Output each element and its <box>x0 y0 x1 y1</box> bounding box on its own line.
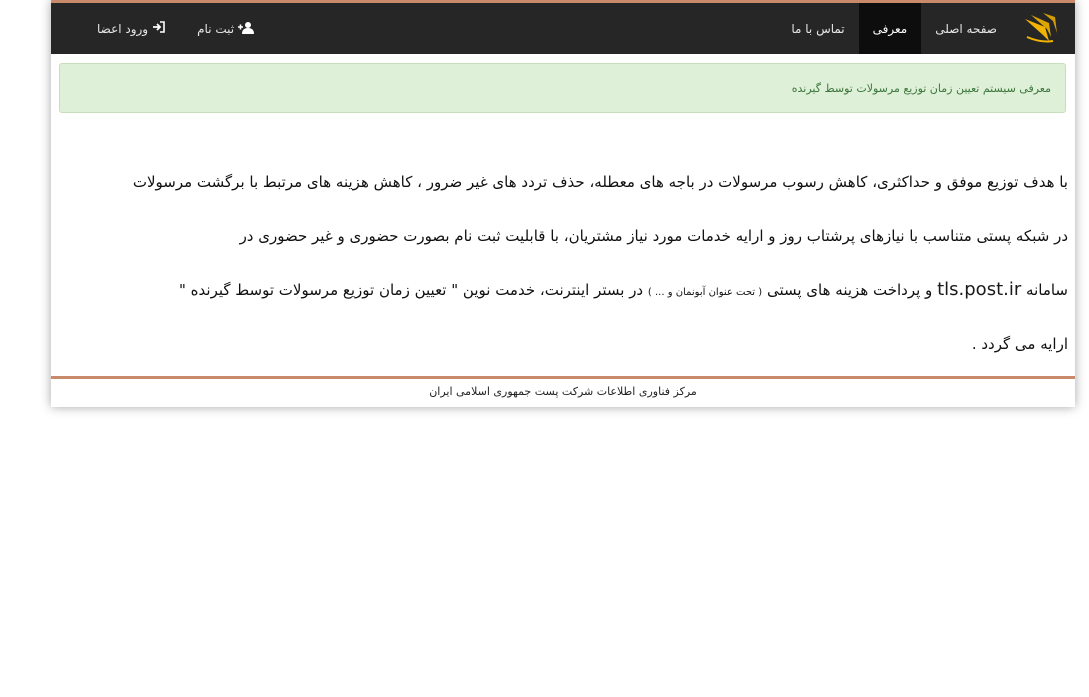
intro-alert: معرفی سیستم تعیین زمان توزیع مرسولات توس… <box>59 63 1066 113</box>
site-link[interactable]: tls.post.ir <box>937 279 1021 300</box>
alert-text: معرفی سیستم تعیین زمان توزیع مرسولات توس… <box>791 81 1051 95</box>
sign-in-icon <box>152 21 165 36</box>
content-line-3-note: ( تحت عنوان آبونمان و ... ) <box>647 287 763 298</box>
top-navbar: صفحه اصلی معرفی تماس با ما ورود اعضا ثبت… <box>51 0 1075 54</box>
content-line-3-a: سامانه <box>1026 281 1068 299</box>
post-logo-icon[interactable] <box>1023 11 1059 45</box>
footer-text: مرکز فناوری اطلاعات شرکت پست جمهوری اسلا… <box>429 385 697 398</box>
nav-home[interactable]: صفحه اصلی <box>921 3 1011 54</box>
content-line-3-c: در بستر اینترنت، خدمت نوین " تعیین زمان … <box>179 281 644 299</box>
register-label: ثبت نام <box>197 21 235 36</box>
login-label: ورود اعضا <box>97 21 149 36</box>
account-nav: ورود اعضا ثبت نام <box>81 3 272 54</box>
content-line-1: با هدف توزیع موفق و حداکثری، کاهش رسوب م… <box>132 173 1068 191</box>
content-line-3: سامانه tls.post.ir و پرداخت هزینه های پس… <box>63 263 1068 317</box>
content-line-3-b: و پرداخت هزینه های پستی <box>766 281 933 299</box>
intro-content: با هدف توزیع موفق و حداکثری، کاهش رسوب م… <box>63 155 1068 371</box>
page-container: صفحه اصلی معرفی تماس با ما ورود اعضا ثبت… <box>51 0 1075 407</box>
content-line-2: در شبکه پستی متناسب با نیازهای پرشتاب رو… <box>239 227 1068 245</box>
nav-about[interactable]: معرفی <box>858 3 922 54</box>
nav-contact[interactable]: تماس با ما <box>777 3 858 54</box>
login-link[interactable]: ورود اعضا <box>81 21 181 36</box>
user-plus-icon <box>238 21 256 37</box>
content-line-4: ارایه می گردد . <box>971 335 1068 353</box>
main-nav: صفحه اصلی معرفی تماس با ما <box>777 3 1011 54</box>
register-link[interactable]: ثبت نام <box>181 21 272 37</box>
